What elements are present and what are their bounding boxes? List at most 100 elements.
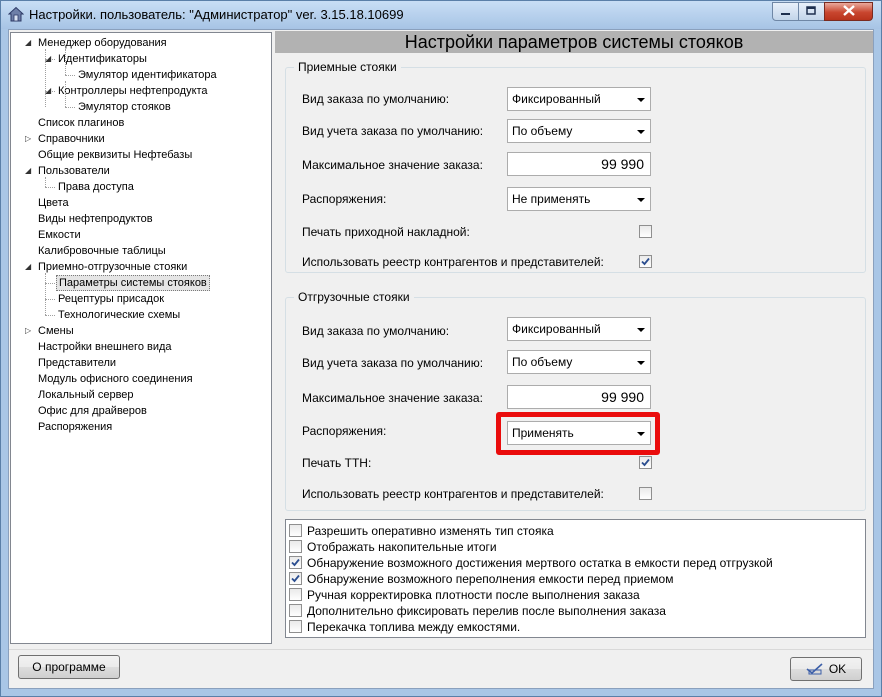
option-checkbox[interactable] xyxy=(289,604,302,617)
receiving-print-label: Печать приходной накладной: xyxy=(302,225,470,239)
option-label: Разрешить оперативно изменять тип стояка xyxy=(307,524,554,538)
tree-connector xyxy=(45,299,55,300)
checkmark-icon xyxy=(641,257,650,266)
tree-item[interactable]: Локальный сервер xyxy=(36,387,136,403)
checkmark-icon xyxy=(291,558,300,567)
about-button[interactable]: О программе xyxy=(18,655,120,679)
panel-title: Настройки параметров системы стояков xyxy=(275,31,873,53)
shipping-max-input[interactable]: 99 990 xyxy=(507,385,651,409)
shipping-accounting-value: По объему xyxy=(512,355,573,369)
shipping-orders-label: Распоряжения: xyxy=(302,424,387,438)
maximize-button[interactable] xyxy=(798,2,825,21)
tree-item[interactable]: Рецептуры присадок xyxy=(56,291,166,307)
shipping-accounting-label: Вид учета заказа по умолчанию: xyxy=(302,356,484,370)
tree-connector xyxy=(45,177,46,187)
receiving-orders-select[interactable]: Не применять xyxy=(507,187,651,211)
option-checkbox[interactable] xyxy=(289,620,302,633)
shipping-max-label: Максимальное значение заказа: xyxy=(302,391,483,405)
receiving-accounting-value: По объему xyxy=(512,124,573,138)
receiving-registry-checkbox[interactable] xyxy=(639,255,652,268)
expanded-triangle-icon[interactable]: ◢ xyxy=(25,163,33,179)
ok-button[interactable]: OK xyxy=(790,657,862,681)
tree-item[interactable]: Распоряжения xyxy=(36,419,114,435)
tree-item[interactable]: Параметры системы стояков xyxy=(56,275,210,291)
bottom-bar xyxy=(9,649,873,687)
collapsed-triangle-icon[interactable]: ▷ xyxy=(25,131,33,147)
tree-item[interactable]: Идентификаторы xyxy=(56,51,149,67)
tree-item[interactable]: Список плагинов xyxy=(36,115,126,131)
receiving-order-type-value: Фиксированный xyxy=(512,92,601,106)
tree-connector xyxy=(45,283,55,284)
option-checkbox[interactable] xyxy=(289,556,302,569)
maximize-icon xyxy=(806,5,817,19)
receiving-group-legend: Приемные стояки xyxy=(294,60,401,74)
expanded-triangle-icon[interactable]: ◢ xyxy=(45,51,53,67)
shipping-order-type-value: Фиксированный xyxy=(512,322,601,336)
tree-item[interactable]: Пользователи xyxy=(36,163,112,179)
tree-item[interactable]: Емкости xyxy=(36,227,83,243)
option-checkbox[interactable] xyxy=(289,572,302,585)
close-icon xyxy=(842,4,855,19)
shipping-accounting-select[interactable]: По объему xyxy=(507,350,651,374)
expanded-triangle-icon[interactable]: ◢ xyxy=(25,259,33,275)
app-house-icon xyxy=(7,6,25,22)
tree-item[interactable]: Модуль офисного соединения xyxy=(36,371,195,387)
tree-item[interactable]: Офис для драйверов xyxy=(36,403,149,419)
option-label: Ручная корректировка плотности после вып… xyxy=(307,588,640,602)
chevron-down-icon xyxy=(637,328,645,332)
tree-item[interactable]: Менеджер оборудования xyxy=(36,35,169,51)
tree-item[interactable]: Общие реквизиты Нефтебазы xyxy=(36,147,194,163)
tree-item[interactable]: Настройки внешнего вида xyxy=(36,339,174,355)
checkmark-icon xyxy=(641,458,650,467)
option-checkbox[interactable] xyxy=(289,540,302,553)
ok-button-label: OK xyxy=(828,662,847,676)
receiving-print-checkbox[interactable] xyxy=(639,225,652,238)
tree-connector xyxy=(65,49,66,75)
tree-connector xyxy=(65,81,66,107)
tree-item[interactable]: Цвета xyxy=(36,195,71,211)
tree-item[interactable]: Представители xyxy=(36,355,118,371)
receiving-max-input[interactable]: 99 990 xyxy=(507,152,651,176)
shipping-registry-checkbox[interactable] xyxy=(639,487,652,500)
expanded-triangle-icon[interactable]: ◢ xyxy=(45,83,53,99)
close-button[interactable] xyxy=(824,2,873,21)
receiving-accounting-label: Вид учета заказа по умолчанию: xyxy=(302,124,484,138)
shipping-order-type-select[interactable]: Фиксированный xyxy=(507,317,651,341)
option-checkbox[interactable] xyxy=(289,588,302,601)
highlight-frame xyxy=(496,412,660,455)
tree-connector xyxy=(45,315,55,316)
window-title: Настройки. пользователь: "Администратор"… xyxy=(29,7,404,22)
tree-item[interactable]: Права доступа xyxy=(56,179,136,195)
options-list: Разрешить оперативно изменять тип стояка… xyxy=(285,519,866,638)
receiving-registry-label: Использовать реестр контрагентов и предс… xyxy=(302,255,604,269)
receiving-order-type-select[interactable]: Фиксированный xyxy=(507,87,651,111)
tree-item[interactable]: Виды нефтепродуктов xyxy=(36,211,155,227)
shipping-print-checkbox[interactable] xyxy=(639,456,652,469)
shipping-print-label: Печать ТТН: xyxy=(302,456,372,470)
tree-item[interactable]: Эмулятор идентификатора xyxy=(76,67,219,83)
settings-tree[interactable]: ◢ Менеджер оборудования ◢ Идентификаторы Эму… xyxy=(10,32,272,644)
option-checkbox[interactable] xyxy=(289,524,302,537)
minimize-icon xyxy=(780,5,791,19)
tree-item[interactable]: Калибровочные таблицы xyxy=(36,243,168,259)
tree-item[interactable]: Технологические схемы xyxy=(56,307,182,323)
chevron-down-icon xyxy=(637,98,645,102)
titlebar[interactable]: Настройки. пользователь: "Администратор"… xyxy=(1,1,881,29)
option-label: Отображать накопительные итоги xyxy=(307,540,497,554)
tree-connector xyxy=(65,107,75,108)
expanded-triangle-icon[interactable]: ◢ xyxy=(25,35,33,51)
tree-connector xyxy=(45,273,46,315)
receiving-max-label: Максимальное значение заказа: xyxy=(302,158,483,172)
tree-connector xyxy=(45,49,46,107)
tree-item[interactable]: Контроллеры нефтепродукта xyxy=(56,83,210,99)
collapsed-triangle-icon[interactable]: ▷ xyxy=(25,323,33,339)
minimize-button[interactable] xyxy=(772,2,799,21)
tree-item[interactable]: Справочники xyxy=(36,131,107,147)
tree-item[interactable]: Смены xyxy=(36,323,76,339)
tree-item[interactable]: Эмулятор стояков xyxy=(76,99,173,115)
option-label: Обнаружение возможного переполнения емко… xyxy=(307,572,674,586)
checkmark-icon xyxy=(291,574,300,583)
receiving-accounting-select[interactable]: По объему xyxy=(507,119,651,143)
tree-item[interactable]: Приемно-отгрузочные стояки xyxy=(36,259,189,275)
chevron-down-icon xyxy=(637,198,645,202)
